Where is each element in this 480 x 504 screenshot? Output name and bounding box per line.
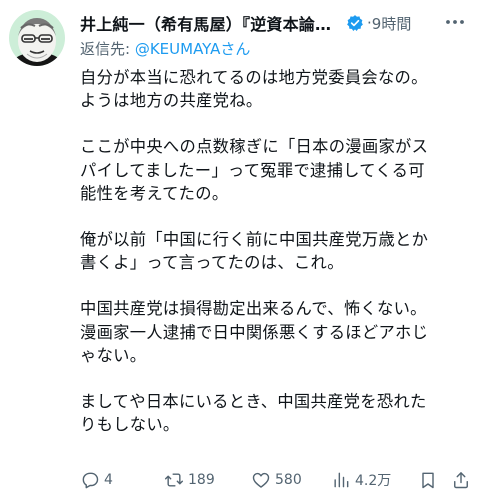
reply-handle[interactable]: @KEUMAYA bbox=[135, 40, 221, 58]
repost-button[interactable]: 189 bbox=[164, 470, 215, 490]
tweet-paragraph: 中国共産党は損得勘定出来るんで、怖くない。 漫画家一人逮捕で日中関係悪くするほど… bbox=[80, 299, 429, 365]
views-count: 4.2万 bbox=[355, 473, 392, 489]
views-button[interactable]: 4.2万 bbox=[331, 470, 391, 490]
tweet: 井上純一（希有馬屋）『逆資本論』... · 9時間 返信先: @KEUMAYAさ… bbox=[0, 0, 480, 504]
timestamp[interactable]: 9時間 bbox=[372, 13, 412, 34]
reply-suffix: さん bbox=[220, 40, 251, 58]
reply-count: 4 bbox=[104, 472, 113, 488]
replying-to: 返信先: @KEUMAYAさん bbox=[80, 38, 250, 59]
bookmark-button[interactable] bbox=[418, 470, 438, 490]
tweet-paragraph: ここが中央への点数稼ぎに「日本の漫画家がス パイしてましたー」って冤罪で逮捕して… bbox=[80, 137, 429, 203]
like-button[interactable]: 580 bbox=[251, 470, 302, 490]
tweet-header: 井上純一（希有馬屋）『逆資本論』... · 9時間 bbox=[80, 10, 470, 36]
action-bar: 4 189 580 4.2万 bbox=[80, 468, 472, 494]
tweet-body: 自分が本当に恐れてるのは地方党委員会なの。 ようは地方の共産党ね。 ここが中央へ… bbox=[80, 66, 472, 436]
share-icon bbox=[454, 472, 468, 489]
tweet-paragraph: 自分が本当に恐れてるのは地方党委員会なの。 ようは地方の共産党ね。 bbox=[80, 68, 428, 111]
reply-icon bbox=[82, 472, 99, 489]
avatar-image bbox=[9, 10, 65, 66]
repost-icon bbox=[164, 473, 184, 487]
views-icon bbox=[334, 472, 349, 488]
repost-count: 189 bbox=[188, 472, 215, 488]
tweet-paragraph: 俺が以前「中国に行く前に中国共産党万歳とか 書くよ」って言ってたのは、これ。 bbox=[80, 230, 429, 273]
more-icon[interactable] bbox=[444, 13, 466, 31]
reply-button[interactable]: 4 bbox=[80, 470, 113, 490]
tweet-paragraph: ましてや日本にいるとき、中国共産党を恐れた りもしない。 bbox=[80, 392, 427, 435]
bookmark-icon bbox=[422, 472, 434, 489]
avatar[interactable] bbox=[9, 10, 65, 66]
share-button[interactable] bbox=[451, 470, 471, 490]
like-count: 580 bbox=[275, 472, 302, 488]
verified-badge-icon bbox=[347, 15, 363, 31]
heart-icon bbox=[252, 472, 270, 488]
reply-prefix: 返信先: bbox=[80, 40, 135, 58]
author-name[interactable]: 井上純一（希有馬屋）『逆資本論』... bbox=[80, 11, 342, 35]
